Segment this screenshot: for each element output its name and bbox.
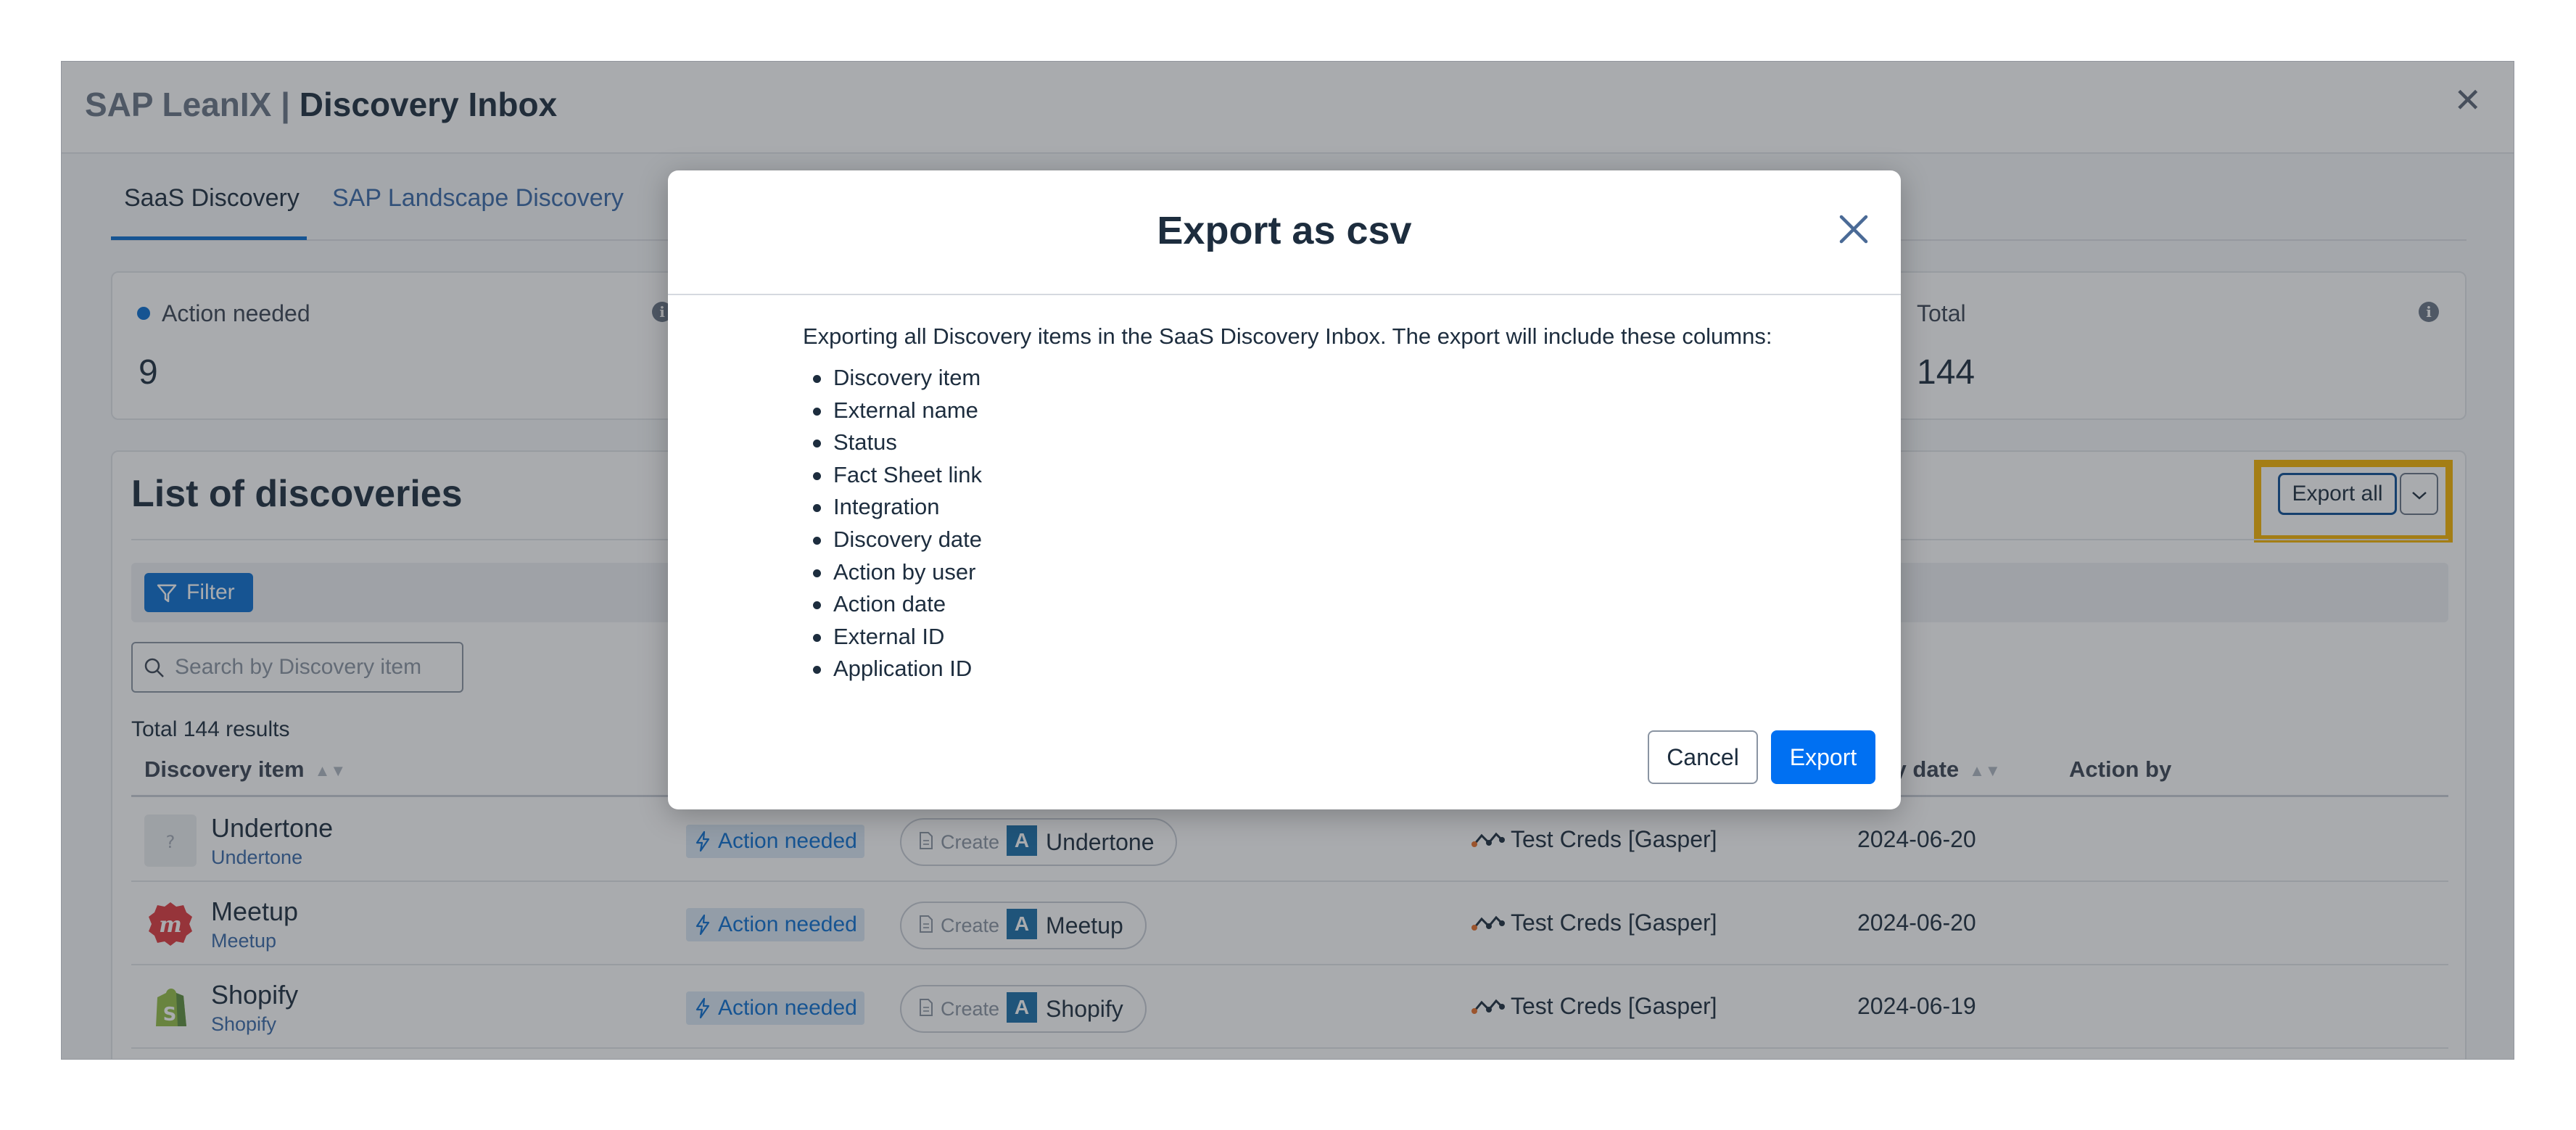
list-item: Integration [803, 494, 982, 527]
bullet-icon [813, 569, 821, 577]
bullet-icon [813, 375, 821, 383]
bullet-icon [813, 471, 821, 480]
export-columns-list: Discovery item External name Status Fact… [803, 365, 982, 688]
dialog-description: Exporting all Discovery items in the Saa… [803, 323, 1772, 349]
bullet-icon [813, 601, 821, 610]
bullet-icon [813, 536, 821, 545]
bullet-icon [813, 440, 821, 448]
export-column-label: External ID [833, 623, 945, 649]
export-column-label: Application ID [833, 656, 973, 682]
dialog-divider [668, 294, 1901, 295]
export-column-label: Action by user [833, 558, 976, 585]
list-item: External name [803, 397, 982, 430]
export-column-label: Fact Sheet link [833, 461, 983, 487]
export-csv-dialog: Export as csv Exporting all Discovery it… [668, 170, 1901, 809]
close-icon[interactable] [1837, 213, 1870, 246]
dialog-title: Export as csv [1157, 209, 1412, 252]
list-item: Action date [803, 591, 982, 624]
export-column-label: Discovery item [833, 365, 981, 390]
cancel-button[interactable]: Cancel [1648, 730, 1758, 784]
export-column-label: External name [833, 397, 978, 423]
export-column-label: Action date [833, 591, 946, 617]
export-column-label: Status [833, 429, 897, 455]
bullet-icon [813, 407, 821, 416]
list-item: Discovery date [803, 527, 982, 559]
export-button[interactable]: Export [1771, 730, 1875, 784]
list-item: Action by user [803, 559, 982, 592]
bullet-icon [813, 504, 821, 513]
list-item: Application ID [803, 656, 982, 688]
bullet-icon [813, 633, 821, 642]
list-item: Discovery item [803, 365, 982, 397]
bullet-icon [813, 666, 821, 675]
list-item: External ID [803, 624, 982, 656]
list-item: Fact Sheet link [803, 462, 982, 495]
export-column-label: Integration [833, 494, 940, 520]
list-item: Status [803, 429, 982, 462]
export-column-label: Discovery date [833, 526, 983, 552]
